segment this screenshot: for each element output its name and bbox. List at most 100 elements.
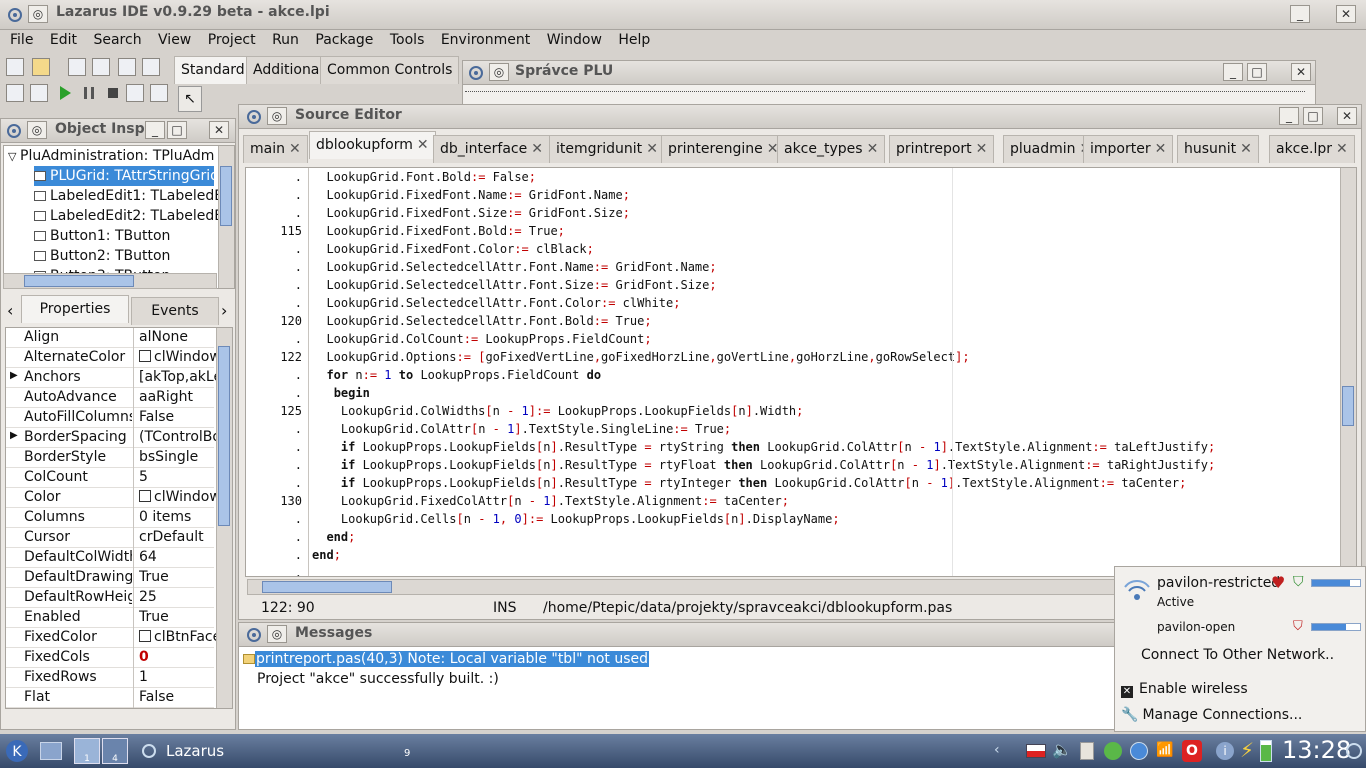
new-unit-icon[interactable]: [6, 58, 24, 76]
code-line[interactable]: LookupGrid.Options:= [goFixedVertLine,go…: [312, 348, 969, 366]
code-line[interactable]: LookupGrid.FixedFont.Name:= GridFont.Nam…: [312, 186, 630, 204]
editor-tab[interactable]: husunit ✕: [1177, 135, 1259, 163]
editor-tab[interactable]: akce.lpr ✕: [1269, 135, 1355, 163]
opera-icon[interactable]: O: [1182, 740, 1202, 762]
view-forms-icon[interactable]: [30, 84, 48, 102]
updates-icon[interactable]: [1104, 742, 1122, 760]
code-line[interactable]: LookupGrid.SelectedcellAttr.Font.Bold:= …: [312, 312, 651, 330]
new-form-icon[interactable]: [6, 84, 24, 102]
network-tray-icon[interactable]: [1130, 742, 1148, 760]
tab-properties[interactable]: Properties: [21, 295, 129, 323]
property-value[interactable]: clWindow: [139, 349, 217, 365]
editor-vertical-scrollbar[interactable]: [1340, 168, 1356, 576]
close-tab-icon[interactable]: ✕: [531, 141, 543, 157]
editor-tab[interactable]: importer ✕: [1083, 135, 1174, 163]
close-tab-icon[interactable]: ✕: [1155, 141, 1167, 157]
minimize-button[interactable]: _: [145, 121, 165, 139]
kde-window-icon[interactable]: [6, 6, 24, 24]
close-tab-icon[interactable]: ✕: [867, 141, 879, 157]
code-line[interactable]: LookupGrid.ColCount:= LookupProps.FieldC…: [312, 330, 651, 348]
kde-menu-icon[interactable]: K: [4, 738, 30, 764]
tree-expander-icon[interactable]: ▽: [8, 150, 16, 163]
property-value[interactable]: clWindow: [139, 489, 217, 505]
property-value[interactable]: bsSingle: [139, 449, 217, 465]
code-line[interactable]: if LookupProps.LookupFields[n].ResultTyp…: [312, 456, 1215, 474]
property-grid-scrollbar[interactable]: [216, 328, 232, 708]
minimize-button[interactable]: _: [1223, 63, 1243, 81]
property-row[interactable]: Columns 0 items: [6, 508, 214, 528]
pause-icon[interactable]: [80, 84, 98, 102]
close-button[interactable]: ✕: [1337, 107, 1357, 125]
code-line[interactable]: LookupGrid.FixedFont.Color:= clBlack;: [312, 240, 593, 258]
menu-file[interactable]: File: [4, 30, 39, 50]
message-item[interactable]: Project "akce" successfully built. :): [257, 671, 499, 689]
property-row[interactable]: DefaultColWidth 64: [6, 548, 214, 568]
property-value[interactable]: alNone: [139, 329, 217, 345]
property-row[interactable]: Enabled True: [6, 608, 214, 628]
step-into-icon[interactable]: [126, 84, 144, 102]
property-value[interactable]: crDefault: [139, 529, 217, 545]
save-all-icon[interactable]: [92, 58, 110, 76]
toggle-form-icon[interactable]: [118, 58, 136, 76]
property-row[interactable]: ColCount 5: [6, 468, 214, 488]
tabs-scroll-left-icon[interactable]: ‹: [7, 301, 13, 320]
editor-tab[interactable]: akce_types ✕: [777, 135, 886, 163]
enable-wireless-checkbox[interactable]: ✕ Enable wireless: [1121, 681, 1248, 699]
code-line[interactable]: LookupGrid.ColWidths[n - 1]:= LookupProp…: [312, 402, 804, 420]
property-value[interactable]: 0 items: [139, 509, 217, 525]
stop-icon[interactable]: [104, 84, 122, 102]
message-item[interactable]: printreport.pas(40,3) Note: Local variab…: [243, 651, 650, 669]
property-row[interactable]: Cursor crDefault: [6, 528, 214, 548]
code-line[interactable]: LookupGrid.FixedFont.Size:= GridFont.Siz…: [312, 204, 630, 222]
keyboard-layout-flag-icon[interactable]: [1026, 744, 1046, 758]
kde-window-icon[interactable]: [467, 64, 485, 82]
close-button[interactable]: ✕: [209, 121, 229, 139]
scrollbar-thumb[interactable]: [262, 581, 392, 593]
property-row[interactable]: DefaultDrawing True: [6, 568, 214, 588]
minimize-button[interactable]: _: [1290, 5, 1310, 23]
code-line[interactable]: end;: [312, 546, 341, 564]
property-value[interactable]: aaRight: [139, 389, 217, 405]
run-icon[interactable]: [56, 84, 74, 102]
menu-help[interactable]: Help: [612, 30, 656, 50]
property-value[interactable]: 1: [139, 669, 217, 685]
panel-toolbox-icon[interactable]: [1344, 740, 1364, 762]
task-lazarus[interactable]: Lazarus 9: [138, 738, 418, 764]
battery-icon[interactable]: [1260, 740, 1272, 762]
pager-desktop-2[interactable]: 4: [102, 738, 128, 764]
property-value[interactable]: 5: [139, 469, 217, 485]
property-row[interactable]: ▶ Anchors [akTop,akLe: [6, 368, 217, 388]
expand-arrow-icon[interactable]: ▶: [10, 430, 18, 441]
close-tab-icon[interactable]: ✕: [976, 141, 988, 157]
menu-view[interactable]: View: [152, 30, 197, 50]
menu-search[interactable]: Search: [87, 30, 147, 50]
tree-item-button2[interactable]: Button2: TButton: [34, 246, 170, 266]
maximize-button[interactable]: □: [167, 121, 187, 139]
property-row[interactable]: DefaultRowHeig 25: [6, 588, 214, 608]
property-value[interactable]: False: [139, 689, 217, 705]
tabs-scroll-right-icon[interactable]: ›: [221, 301, 227, 320]
code-editor[interactable]: ... 115.... 120. 122.. 125.... 130.... Lookup…: [245, 167, 1357, 577]
property-value[interactable]: True: [139, 569, 217, 585]
close-button[interactable]: ✕: [1291, 63, 1311, 81]
code-line[interactable]: LookupGrid.FixedFont.Bold:= True;: [312, 222, 564, 240]
property-row[interactable]: Align alNone: [6, 328, 214, 348]
property-value[interactable]: 25: [139, 589, 217, 605]
palette-tab-standard[interactable]: Standard: [174, 56, 252, 84]
palette-tab-additional[interactable]: Additional: [246, 56, 331, 84]
tree-item-root[interactable]: PluAdministration: TPluAdm: [20, 146, 214, 166]
property-row[interactable]: AutoFillColumns False: [6, 408, 214, 428]
property-value[interactable]: clBtnFace: [139, 629, 217, 645]
clipboard-icon[interactable]: [1080, 742, 1094, 760]
property-value[interactable]: [akTop,akLe: [139, 369, 217, 385]
close-tab-icon[interactable]: ✕: [289, 141, 301, 157]
editor-tab[interactable]: db_interface ✕: [433, 135, 550, 163]
scrollbar-thumb[interactable]: [220, 166, 232, 226]
menu-package[interactable]: Package: [309, 30, 379, 50]
save-icon[interactable]: [68, 58, 86, 76]
manage-connections-link[interactable]: 🔧 Manage Connections...: [1121, 707, 1302, 725]
property-value[interactable]: (TControlBo: [139, 429, 217, 445]
scrollbar-thumb[interactable]: [1342, 386, 1354, 426]
close-button[interactable]: ✕: [1336, 5, 1356, 23]
close-tab-icon[interactable]: ✕: [1336, 141, 1348, 157]
